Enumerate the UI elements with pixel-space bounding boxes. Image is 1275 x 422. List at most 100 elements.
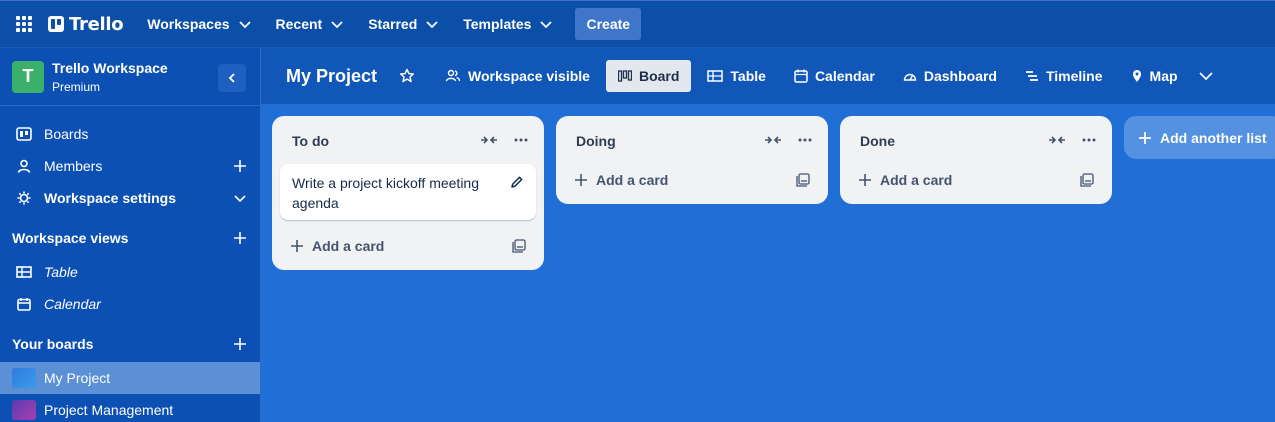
star-icon[interactable] — [399, 68, 415, 84]
sidebar-item-workspace-settings[interactable]: Workspace settings — [0, 182, 260, 214]
collapse-list-icon[interactable] — [1048, 134, 1066, 146]
sidebar-item-label: Calendar — [44, 296, 101, 312]
list-title[interactable]: Doing — [576, 133, 616, 149]
card[interactable]: Write a project kickoff meeting agenda — [280, 164, 536, 220]
view-tab-board[interactable]: Board — [605, 60, 692, 92]
card-template-icon[interactable] — [796, 173, 810, 187]
your-boards-heading: Your boards — [12, 336, 94, 352]
table-icon — [16, 266, 32, 278]
workspace-views-heading: Workspace views — [12, 230, 129, 246]
calendar-icon — [794, 69, 808, 83]
workspaces-menu-label: Workspaces — [147, 16, 230, 32]
trello-logo-text: Trello — [69, 13, 124, 35]
starred-menu[interactable]: Starred — [368, 16, 439, 32]
timeline-icon — [1025, 71, 1038, 81]
sidebar: T Trello Workspace Premium Boards Member… — [0, 48, 261, 422]
sidebar-board-label: My Project — [44, 370, 111, 386]
list-title[interactable]: To do — [292, 133, 329, 149]
list-header: Doing — [556, 116, 828, 164]
add-board-plus-icon[interactable] — [232, 336, 248, 352]
add-member-plus-icon[interactable] — [232, 158, 248, 174]
templates-menu[interactable]: Templates — [463, 16, 553, 32]
chevron-down-icon[interactable] — [1198, 68, 1214, 84]
app-switcher-icon[interactable] — [16, 16, 32, 32]
workspace-visible-button[interactable]: Workspace visible — [433, 60, 602, 92]
list-to-do: To do Write a project kickoff meeting ag… — [272, 116, 544, 270]
chevron-down-icon — [540, 21, 553, 29]
card-template-icon[interactable] — [512, 239, 526, 253]
recent-menu[interactable]: Recent — [276, 16, 345, 32]
table-icon — [707, 70, 724, 82]
add-card-label: Add a card — [596, 172, 669, 188]
more-icon[interactable] — [798, 138, 812, 142]
view-tab-label: Timeline — [1045, 68, 1103, 84]
view-tab-map[interactable]: Map — [1119, 60, 1190, 92]
sidebar-item-label: Members — [44, 158, 103, 174]
workspace-name[interactable]: Trello Workspace — [52, 60, 168, 76]
sidebar-item-calendar[interactable]: Calendar — [0, 288, 260, 320]
dashboard-icon — [903, 73, 917, 81]
trello-logo[interactable]: Trello — [48, 13, 124, 35]
sidebar-board-my-project[interactable]: My Project — [0, 362, 260, 394]
add-view-plus-icon[interactable] — [232, 230, 248, 246]
board-thumbnail — [12, 400, 36, 420]
list-header: To do — [272, 116, 544, 164]
sidebar-board-label: Project Management — [44, 402, 174, 418]
templates-menu-label: Templates — [463, 16, 532, 32]
add-card-label: Add a card — [880, 172, 953, 188]
chevron-down-icon[interactable] — [232, 190, 248, 206]
chevron-down-icon — [331, 21, 343, 29]
view-tab-label: Dashboard — [923, 68, 997, 84]
board-header: My Project Workspace visible Board Table… — [261, 48, 1275, 104]
more-icon[interactable] — [514, 138, 528, 142]
sidebar-item-label: Workspace settings — [44, 190, 177, 206]
plus-icon — [575, 174, 587, 186]
chevron-down-icon — [426, 21, 438, 29]
list-title[interactable]: Done — [860, 133, 895, 149]
collapse-list-icon[interactable] — [764, 134, 782, 146]
view-tab-timeline[interactable]: Timeline — [1013, 60, 1115, 92]
calendar-icon — [17, 298, 31, 311]
add-card-button[interactable]: Add a card — [564, 164, 820, 196]
chevron-left-icon — [228, 73, 235, 83]
view-tab-label: Table — [730, 68, 766, 84]
workspace-header: T Trello Workspace Premium — [0, 48, 260, 106]
starred-menu-label: Starred — [368, 16, 418, 32]
list-done: Done Add a card — [840, 116, 1112, 204]
board-title[interactable]: My Project — [286, 66, 377, 87]
plus-icon — [291, 240, 303, 252]
workspace-avatar[interactable]: T — [12, 60, 44, 93]
recent-menu-label: Recent — [275, 16, 323, 32]
view-tab-calendar[interactable]: Calendar — [782, 60, 887, 92]
sidebar-item-table[interactable]: Table — [0, 256, 260, 288]
view-tab-label: Calendar — [814, 68, 875, 84]
add-another-list-button[interactable]: Add another list — [1124, 116, 1275, 159]
view-tab-label: Board — [638, 68, 680, 84]
more-icon[interactable] — [1082, 138, 1096, 142]
add-card-button[interactable]: Add a card — [280, 230, 536, 262]
sidebar-item-label: Table — [44, 264, 78, 280]
add-card-button[interactable]: Add a card — [848, 164, 1104, 196]
trello-logo-icon — [48, 16, 64, 32]
list-doing: Doing Add a card — [556, 116, 828, 204]
board-thumbnail — [12, 368, 36, 388]
chevron-down-icon — [238, 21, 251, 29]
top-navigation-bar: Trello Workspaces Recent Starred Templat… — [0, 0, 1275, 48]
create-button[interactable]: Create — [575, 8, 642, 40]
list-header: Done — [840, 116, 1112, 164]
workspace-plan: Premium — [52, 79, 101, 94]
trello-board-icon — [16, 127, 32, 141]
collapse-sidebar-button[interactable] — [218, 64, 246, 92]
card-template-icon[interactable] — [1080, 173, 1094, 187]
sidebar-item-boards[interactable]: Boards — [0, 118, 260, 150]
pencil-icon[interactable] — [510, 175, 524, 189]
workspaces-menu[interactable]: Workspaces — [147, 16, 251, 32]
sidebar-board-project-management[interactable]: Project Management — [0, 394, 260, 422]
collapse-list-icon[interactable] — [480, 134, 498, 146]
plus-icon — [859, 174, 871, 186]
sidebar-item-members[interactable]: Members — [0, 150, 260, 182]
view-tab-dashboard[interactable]: Dashboard — [891, 60, 1009, 92]
sidebar-item-label: Boards — [44, 126, 89, 142]
map-pin-icon — [1132, 70, 1141, 82]
view-tab-table[interactable]: Table — [695, 60, 778, 92]
